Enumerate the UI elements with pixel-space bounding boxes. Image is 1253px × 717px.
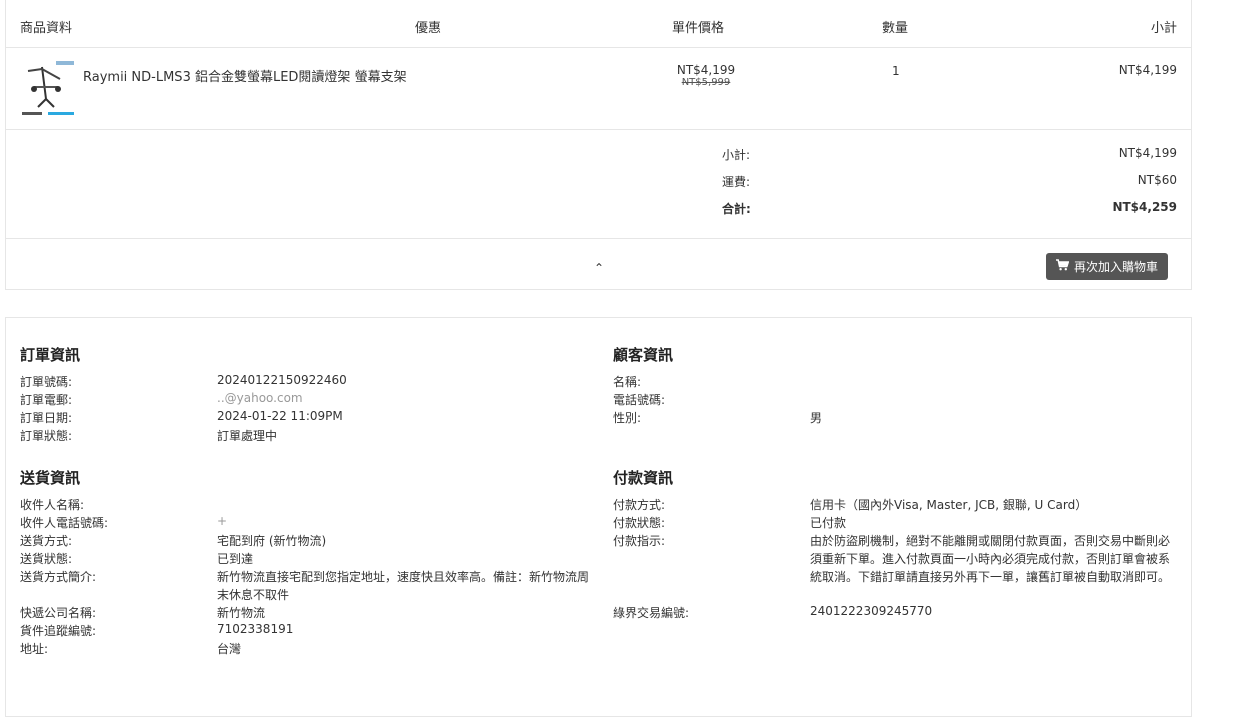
order-number-label: 訂單號碼:: [20, 375, 73, 389]
product-thumbnail[interactable]: [20, 57, 80, 117]
shipping-value: NT$60: [1137, 173, 1177, 187]
payment-status-value: 已付款: [810, 516, 847, 530]
table-row: Raymii ND-LMS3 鋁合金雙螢幕LED閱讀燈架 螢幕支架 NT$4,1…: [6, 47, 1191, 130]
payment-info-title: 付款資訊: [613, 469, 674, 487]
item-quantity: 1: [892, 64, 900, 78]
subtotal-label: 小計:: [722, 148, 751, 162]
order-number-value: 20240122150922460: [217, 373, 347, 387]
shipping-label: 運費:: [722, 175, 751, 189]
recipient-name-label: 收件人名稱:: [20, 498, 85, 512]
order-email-value: ..@yahoo.com: [217, 391, 303, 405]
payment-method-label: 付款方式:: [613, 498, 666, 512]
payment-status-label: 付款狀態:: [613, 516, 666, 530]
tracking-value: 7102338191: [217, 622, 294, 636]
cart-icon: [1055, 259, 1070, 274]
payment-instruction-value: 由於防盜刷機制，絕對不能離開或關閉付款頁面，否則交易中斷則必須重新下單。進入付款…: [810, 534, 1171, 584]
customer-info-title: 顧客資訊: [613, 346, 674, 364]
unit-price: NT$4,199 NT$5,999: [661, 63, 751, 88]
delivery-method-label: 送貨方式:: [20, 534, 73, 548]
order-date-label: 訂單日期:: [20, 411, 73, 425]
table-header: 商品資料 優惠 單件價格 數量 小計: [6, 0, 1191, 48]
delivery-desc-label: 送貨方式簡介:: [20, 570, 97, 584]
order-date-value: 2024-01-22 11:09PM: [217, 409, 343, 423]
total-label: 合計:: [722, 202, 751, 216]
payment-method-value: 信用卡（國內外Visa, Master, JCB, 銀聯, U Card）: [810, 498, 1088, 512]
customer-name-label: 名稱:: [613, 375, 642, 389]
ecpay-txn-label: 綠界交易編號:: [613, 606, 690, 620]
order-summary: 小計: NT$4,199 運費: NT$60 合計: NT$4,259: [6, 130, 1191, 239]
actions-row: ⌃ 再次加入購物車: [6, 239, 1191, 289]
recipient-phone-value: +: [217, 514, 228, 528]
courier-label: 快遞公司名稱:: [20, 606, 97, 620]
chevron-up-icon[interactable]: ⌃: [594, 261, 604, 275]
customer-gender-label: 性別:: [613, 411, 642, 425]
recipient-phone-label: 收件人電話號碼:: [20, 516, 109, 530]
ecpay-txn-value: 2401222309245770: [810, 604, 933, 618]
delivery-status-value: 已到達: [217, 552, 254, 566]
order-info-title: 訂單資訊: [20, 346, 81, 364]
address-value: 台灣: [217, 642, 242, 656]
add-to-cart-again-button[interactable]: 再次加入購物車: [1045, 253, 1168, 280]
customer-gender-value: 男: [810, 411, 823, 425]
header-subtotal: 小計: [1150, 21, 1177, 36]
delivery-desc-value: 新竹物流直接宅配到您指定地址，速度快且效率高。備註：新竹物流周末休息不取件: [217, 570, 590, 602]
original-price: NT$5,999: [681, 77, 731, 88]
order-items-panel: 商品資料 優惠 單件價格 數量 小計 Raymii ND-LMS3 鋁合金雙螢幕…: [5, 0, 1192, 290]
header-quantity: 數量: [882, 21, 909, 36]
delivery-status-label: 送貨狀態:: [20, 552, 73, 566]
header-product: 商品資料: [20, 21, 73, 36]
current-price: NT$4,199: [676, 63, 736, 77]
total-value: NT$4,259: [1112, 200, 1177, 214]
address-label: 地址:: [20, 642, 49, 656]
delivery-method-value: 宅配到府 (新竹物流): [217, 534, 327, 548]
courier-value: 新竹物流: [217, 606, 266, 620]
product-name[interactable]: Raymii ND-LMS3 鋁合金雙螢幕LED閱讀燈架 螢幕支架: [83, 66, 407, 85]
order-details-panel: 訂單資訊 訂單號碼: 20240122150922460 訂單電郵: ..@ya…: [5, 317, 1192, 717]
order-status-label: 訂單狀態:: [20, 429, 73, 443]
header-unit-price: 單件價格: [672, 21, 725, 36]
order-email-label: 訂單電郵:: [20, 393, 73, 407]
customer-phone-label: 電話號碼:: [613, 393, 666, 407]
payment-instruction-label: 付款指示:: [613, 534, 666, 548]
delivery-info-title: 送貨資訊: [20, 469, 81, 487]
subtotal-value: NT$4,199: [1118, 146, 1177, 160]
add-to-cart-again-label: 再次加入購物車: [1073, 260, 1158, 274]
tracking-label: 貨件追蹤編號:: [20, 624, 97, 638]
header-discount: 優惠: [415, 21, 442, 36]
order-status-value: 訂單處理中: [217, 429, 278, 443]
item-subtotal: NT$4,199: [1118, 63, 1177, 77]
